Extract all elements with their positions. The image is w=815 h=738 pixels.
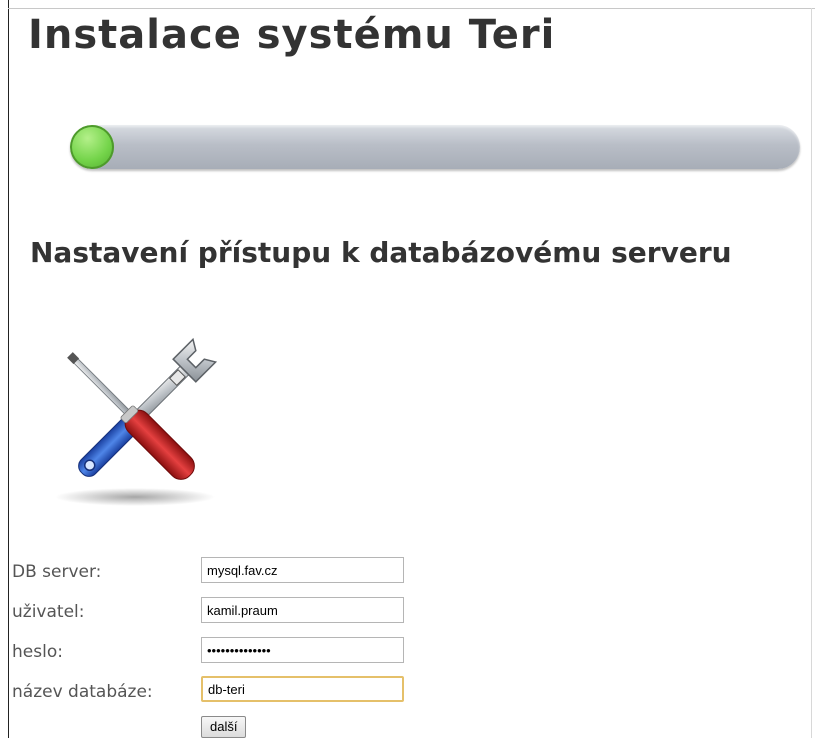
database-name-input[interactable] [201, 676, 404, 702]
right-border [811, 8, 812, 738]
tools-icon [55, 337, 218, 506]
top-border [8, 8, 815, 9]
page-title: Instalace systému Teri [28, 12, 556, 58]
install-progress-fill [70, 125, 114, 169]
username-input[interactable] [201, 597, 404, 623]
password-label: heslo: [12, 642, 63, 662]
left-border [8, 0, 9, 738]
next-button[interactable]: další [201, 716, 247, 738]
database-name-label: název databáze: [12, 682, 153, 702]
username-label: uživatel: [12, 602, 85, 622]
section-title: Nastavení přístupu k databázovému server… [30, 236, 732, 269]
db-server-label: DB server: [12, 562, 102, 582]
db-server-input[interactable] [201, 557, 404, 583]
install-progress-bar [70, 125, 800, 169]
installer-page: Instalace systému Teri Nastavení přístup… [0, 0, 815, 738]
password-input[interactable] [201, 637, 404, 663]
